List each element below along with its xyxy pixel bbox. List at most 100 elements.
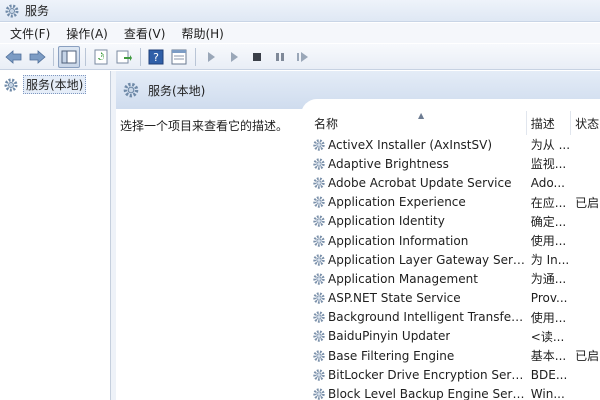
toolbar-separator bbox=[195, 47, 196, 66]
services-gear-icon bbox=[5, 4, 19, 17]
stop-service-button[interactable] bbox=[246, 46, 268, 68]
table-row[interactable]: Application Experience 在应... 已启 bbox=[310, 193, 600, 212]
services-pane: 服务(本地) 选择一个项目来查看它的描述。 ▲ 名称 描述 状态 ActiveX… bbox=[116, 71, 600, 400]
back-button[interactable] bbox=[3, 46, 25, 68]
toolbar-separator bbox=[85, 47, 86, 66]
table-row[interactable]: BaiduPinyin Updater <读... bbox=[310, 327, 600, 346]
table-row[interactable]: Adaptive Brightness 监视... bbox=[310, 154, 600, 173]
service-gear-icon bbox=[313, 158, 325, 170]
properties-button[interactable] bbox=[168, 46, 190, 68]
table-row[interactable]: Application Layer Gateway Service 为 In... bbox=[310, 250, 600, 269]
table-row[interactable]: BitLocker Drive Encryption Service BDE... bbox=[310, 365, 600, 384]
menu-file[interactable]: 文件(F) bbox=[4, 25, 56, 42]
service-name: Application Management bbox=[328, 271, 478, 286]
service-name: ASP.NET State Service bbox=[328, 291, 461, 306]
service-name: Application Identity bbox=[328, 214, 445, 229]
service-gear-icon bbox=[313, 349, 325, 362]
refresh-button[interactable] bbox=[90, 46, 112, 68]
service-name-cell: Adobe Acrobat Update Service bbox=[310, 176, 527, 190]
column-header-description[interactable]: 描述 bbox=[526, 111, 572, 135]
service-description: 为通... bbox=[530, 272, 567, 287]
table-row[interactable]: Background Intelligent Transfer Ser...使用… bbox=[310, 308, 600, 327]
service-name-cell: Application Layer Gateway Service bbox=[310, 253, 527, 267]
pause-service-button[interactable] bbox=[269, 46, 291, 68]
service-gear-icon bbox=[313, 273, 325, 285]
window-title: 服务 bbox=[25, 4, 50, 18]
help-icon: ? bbox=[148, 49, 164, 64]
svg-text:?: ? bbox=[153, 51, 159, 64]
services-gear-icon bbox=[4, 78, 18, 91]
service-gear-icon bbox=[313, 330, 325, 343]
service-description: Prov... bbox=[530, 291, 568, 306]
toolbar-separator bbox=[140, 47, 141, 66]
toolbar: ? bbox=[0, 44, 600, 70]
table-row[interactable]: Adobe Acrobat Update Service Ado... bbox=[310, 173, 600, 192]
table-row[interactable]: Application Management 为通... bbox=[310, 269, 600, 288]
service-gear-icon bbox=[313, 196, 325, 208]
service-description: 为 In... bbox=[530, 253, 570, 268]
service-name: BaiduPinyin Updater bbox=[328, 329, 451, 344]
service-name-cell: BaiduPinyin Updater bbox=[310, 329, 527, 343]
service-name-cell: Application Management bbox=[310, 272, 527, 286]
table-row[interactable]: ActiveX Installer (AxInstSV) 为从 ... bbox=[310, 135, 600, 154]
service-description: <读... bbox=[530, 329, 565, 344]
restart-service-icon bbox=[297, 51, 308, 62]
service-description: Win... bbox=[530, 387, 565, 400]
table-row[interactable]: Block Level Backup Engine Service Win... bbox=[310, 384, 600, 400]
service-gear-icon bbox=[313, 138, 325, 151]
show-hide-console-tree-button[interactable] bbox=[58, 45, 80, 68]
toolbar-separator bbox=[53, 47, 54, 66]
service-description: Ado... bbox=[530, 175, 565, 190]
service-name-cell: Application Identity bbox=[310, 214, 527, 228]
service-name-cell: Base Filtering Engine bbox=[310, 349, 527, 363]
start-service-button-2[interactable] bbox=[223, 46, 245, 68]
service-name: Background Intelligent Transfer Ser... bbox=[328, 310, 527, 325]
service-name-cell: Application Information bbox=[310, 234, 527, 248]
service-description: 使用... bbox=[530, 234, 567, 249]
table-row[interactable]: Application Information 使用... bbox=[310, 231, 600, 250]
restart-service-button[interactable] bbox=[292, 46, 314, 68]
service-description: 为从 ... bbox=[530, 138, 571, 153]
export-list-button[interactable] bbox=[113, 46, 135, 68]
service-description: BDE... bbox=[530, 367, 568, 382]
service-name: ActiveX Installer (AxInstSV) bbox=[328, 137, 493, 152]
service-gear-icon bbox=[313, 234, 325, 247]
menu-view[interactable]: 查看(V) bbox=[118, 25, 172, 42]
service-gear-icon bbox=[313, 177, 325, 189]
table-row[interactable]: Application Identity 确定... bbox=[310, 212, 600, 231]
service-description: 使用... bbox=[530, 310, 567, 325]
service-name-cell: ActiveX Installer (AxInstSV) bbox=[310, 138, 527, 152]
menu-help[interactable]: 帮助(H) bbox=[175, 25, 229, 42]
service-name: BitLocker Drive Encryption Service bbox=[328, 367, 527, 382]
start-service-button[interactable] bbox=[200, 46, 222, 68]
service-name: Application Experience bbox=[328, 195, 466, 210]
start-service-icon bbox=[208, 51, 215, 62]
table-row[interactable]: ASP.NET State Service Prov... bbox=[310, 289, 600, 308]
export-list-icon bbox=[116, 50, 132, 63]
console-tree-icon bbox=[61, 50, 77, 63]
service-name: Adobe Acrobat Update Service bbox=[328, 175, 512, 190]
pause-service-icon bbox=[276, 52, 284, 61]
description-prompt: 选择一个项目来查看它的描述。 bbox=[120, 119, 289, 133]
service-description: 基本... bbox=[530, 349, 567, 364]
column-header-state[interactable]: 状态 bbox=[571, 111, 600, 135]
service-name-cell: Background Intelligent Transfer Ser... bbox=[310, 310, 527, 324]
services-pane-title: 服务(本地) bbox=[148, 83, 206, 98]
table-row[interactable]: Base Filtering Engine 基本... 已启 bbox=[310, 346, 600, 365]
sort-ascending-icon: ▲ bbox=[418, 111, 425, 120]
services-rows: ActiveX Installer (AxInstSV) 为从 ... Adapti… bbox=[310, 135, 600, 400]
service-name: Application Layer Gateway Service bbox=[328, 252, 527, 267]
help-button[interactable]: ? bbox=[145, 46, 167, 68]
services-list: ▲ 名称 描述 状态 ActiveX Installer (AxInstSV) 为… bbox=[310, 111, 600, 400]
service-gear-icon bbox=[313, 254, 325, 266]
menu-action[interactable]: 操作(A) bbox=[60, 25, 114, 42]
service-name: Base Filtering Engine bbox=[328, 348, 455, 363]
service-gear-icon bbox=[313, 292, 325, 304]
column-headers: ▲ 名称 描述 状态 bbox=[310, 111, 600, 135]
tree-item-services-local[interactable]: 服务(本地) bbox=[0, 71, 110, 98]
service-name-cell: ASP.NET State Service bbox=[310, 291, 527, 305]
services-gear-icon bbox=[123, 82, 139, 98]
refresh-icon bbox=[94, 49, 108, 64]
service-gear-icon bbox=[313, 215, 325, 228]
forward-button[interactable] bbox=[26, 46, 48, 68]
